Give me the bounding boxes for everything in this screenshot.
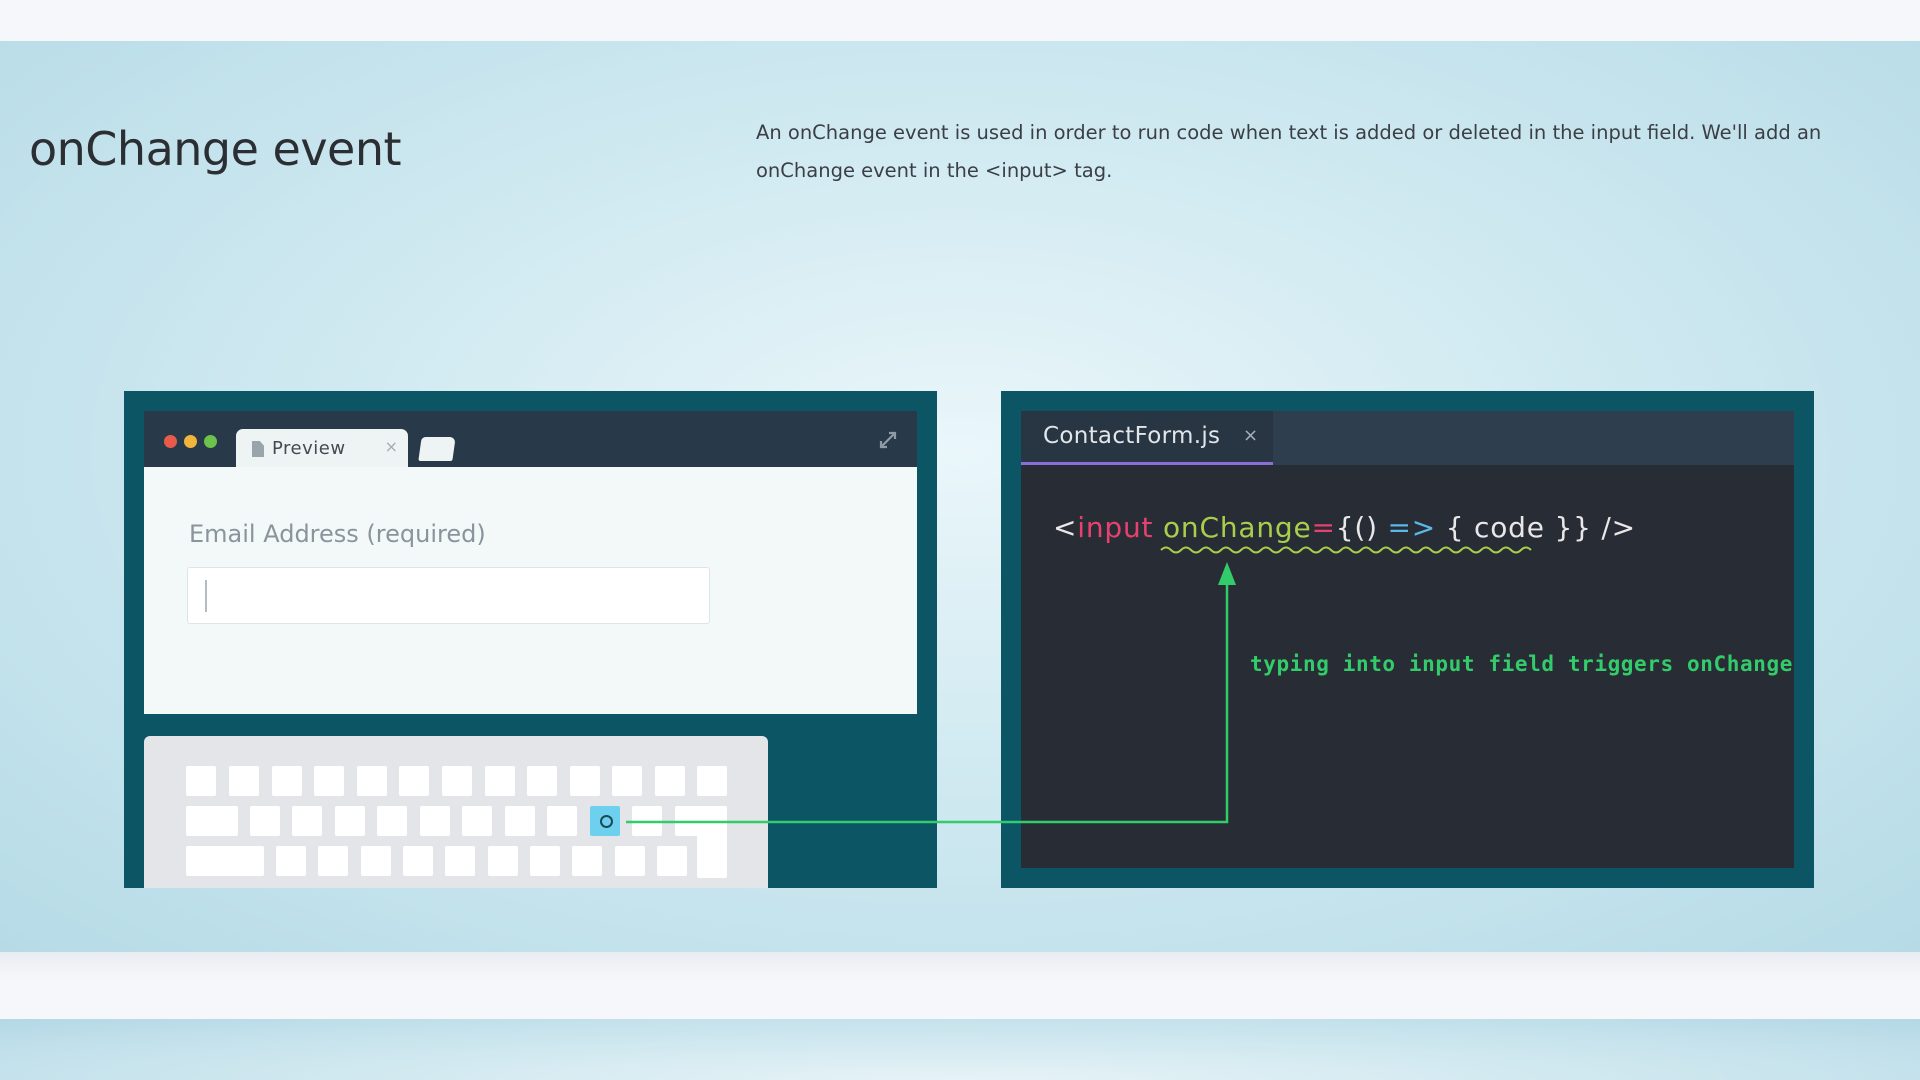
key [420,806,450,836]
editor-illustration: ContactForm.js × <input onChange={() => … [1001,391,1814,888]
key [292,806,322,836]
code-line: <input onChange={() => { code }} /> [1053,511,1636,544]
key [186,766,216,796]
maximize-window-dot-icon[interactable] [204,435,217,448]
preview-illustration: Preview × Email Address (required) [124,391,937,888]
key [335,806,365,836]
editor-tab-bar: ContactForm.js × [1021,411,1794,465]
tab-close-icon[interactable]: × [385,437,398,456]
code-attr: onChange [1163,511,1312,544]
key [488,846,518,876]
code-editor: ContactForm.js × <input onChange={() => … [1021,411,1794,868]
key [655,766,685,796]
key [572,846,602,876]
page-title: onChange event [29,122,402,176]
next-section-background [0,1019,1920,1080]
close-window-dot-icon[interactable] [164,435,177,448]
key [530,846,560,876]
key [318,846,348,876]
key [615,846,645,876]
code-expr-open: {() [1335,511,1388,544]
code-body: { code }} /> [1436,511,1636,544]
tab-preview[interactable]: Preview × [236,429,408,467]
text-caret [205,580,207,612]
key [547,806,577,836]
tab-preview-label: Preview [272,438,346,459]
new-tab-button[interactable] [418,437,456,461]
key [442,766,472,796]
key [250,806,280,836]
email-field[interactable] [187,567,710,624]
code-equals: = [1311,511,1336,544]
key-pressed-o [590,806,620,836]
annotation-text: typing into input field triggers onChang… [1250,652,1793,676]
key [462,806,492,836]
code-arrow: => [1387,511,1437,544]
code-tag: input [1077,511,1154,544]
document-icon [252,441,264,457]
key [445,846,475,876]
key [403,846,433,876]
key [485,766,515,796]
key [612,766,642,796]
keyboard-illustration [144,736,768,888]
key [399,766,429,796]
expand-icon[interactable] [877,429,899,451]
section-divider [0,952,1920,1019]
key [357,766,387,796]
key [229,766,259,796]
browser-content: Email Address (required) [144,467,917,714]
key [570,766,600,796]
minimize-window-dot-icon[interactable] [184,435,197,448]
key [527,766,557,796]
email-field-label: Email Address (required) [189,520,486,548]
key [186,806,238,836]
key [632,806,662,836]
key [272,766,302,796]
key [377,806,407,836]
browser-titlebar: Preview × [144,411,917,467]
enter-key-lower [697,826,727,878]
key [657,846,687,876]
key [276,846,306,876]
key [697,766,727,796]
code-open-bracket: < [1053,511,1078,544]
editor-tab-label: ContactForm.js [1043,423,1221,449]
key [361,846,391,876]
page-description: An onChange event is used in order to ru… [756,121,1822,182]
key [186,846,264,876]
key [505,806,535,836]
tab-close-icon[interactable]: × [1243,425,1258,446]
browser-window: Preview × Email Address (required) [144,411,917,714]
tab-contactform-js[interactable]: ContactForm.js × [1021,411,1273,465]
key [314,766,344,796]
